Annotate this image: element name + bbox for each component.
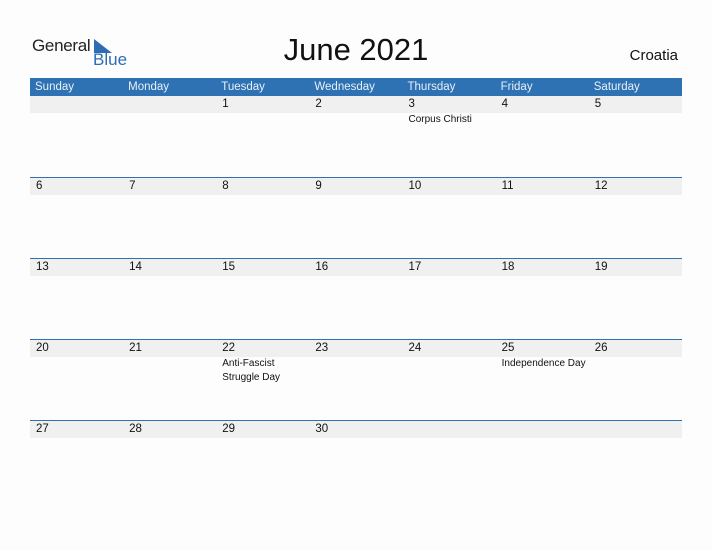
- day-number: 21: [129, 342, 142, 354]
- day-cell: 18: [496, 259, 589, 276]
- day-number: [129, 96, 216, 113]
- day-number: 15: [222, 261, 236, 273]
- day-cell: 2: [309, 96, 402, 127]
- day-number: 6: [36, 180, 43, 192]
- week-row: 13 14 15 16 17 18 19: [30, 258, 682, 339]
- day-number: 1: [222, 98, 229, 110]
- day-cell: 14: [123, 259, 216, 276]
- day-cell: 11: [496, 178, 589, 195]
- day-cell: 17: [403, 259, 496, 276]
- day-cell: 28: [123, 421, 216, 438]
- day-number: 14: [129, 261, 142, 273]
- day-number: 20: [36, 342, 49, 354]
- day-number: 24: [408, 342, 422, 354]
- day-cell: 30: [309, 421, 402, 438]
- day-cell: 7: [123, 178, 216, 195]
- day-number: 13: [36, 261, 49, 273]
- day-number: 18: [501, 261, 515, 273]
- day-number: 28: [129, 423, 142, 435]
- day-cell: 26: [589, 340, 682, 385]
- day-cell: 3 Corpus Christi: [403, 96, 496, 127]
- weekday-sunday: Sunday: [35, 81, 75, 93]
- week-row: 27 28 29 30: [30, 420, 682, 501]
- day-cell: 29: [216, 421, 309, 438]
- country-label: Croatia: [629, 47, 678, 64]
- weekday-tuesday: Tuesday: [221, 81, 265, 93]
- day-number: [36, 96, 123, 113]
- day-number: 8: [222, 180, 229, 192]
- weekday-saturday: Saturday: [593, 81, 640, 93]
- weekday-monday: Monday: [128, 81, 170, 93]
- day-cell: 21: [123, 340, 216, 385]
- week-row: 6 7 8 9 10 11 12: [30, 177, 682, 258]
- day-cell: 10: [403, 178, 496, 195]
- week-row: 20 21 22 Anti-Fascist Struggle Day 23 24 25 Ind…: [30, 339, 682, 420]
- week-row: 1 2 3 Corpus Christi 4 5: [30, 96, 682, 177]
- day-number: 29: [222, 423, 236, 435]
- day-number: 9: [315, 180, 322, 192]
- day-number: 4: [501, 98, 509, 110]
- day-number: 19: [594, 261, 608, 273]
- day-cell: 1: [216, 96, 309, 127]
- weekday-header: Sunday Monday Tuesday Wednesday Thursday Frid…: [30, 78, 682, 96]
- day-cell: 5: [589, 96, 682, 127]
- weekday-wednesday: Wednesday: [314, 81, 375, 93]
- day-number: 10: [408, 180, 422, 192]
- day-number: 23: [315, 342, 329, 354]
- day-number: 5: [594, 98, 602, 110]
- day-number: 22: [222, 342, 236, 354]
- day-cell: 25 Independence Day: [496, 340, 589, 385]
- day-number: 2: [315, 98, 322, 110]
- day-number: 25: [501, 342, 515, 354]
- weekday-friday: Friday: [500, 81, 533, 93]
- day-number: [409, 421, 496, 438]
- day-cell: 15: [216, 259, 309, 276]
- day-cell: 27: [30, 421, 123, 438]
- day-cell: [589, 421, 682, 438]
- day-number: 16: [315, 261, 329, 273]
- holiday-label: Corpus Christi: [408, 114, 472, 125]
- day-cell: 23: [309, 340, 402, 385]
- day-cell: 20: [30, 340, 123, 385]
- calendar-title: June 2021: [283, 32, 429, 67]
- calendar-grid: Sunday Monday Tuesday Wednesday Thursday Frid…: [30, 78, 682, 501]
- day-cell: [30, 96, 123, 127]
- day-number: [502, 421, 589, 438]
- day-cell: [496, 421, 589, 438]
- day-cell: 24: [403, 340, 496, 385]
- day-number: 11: [501, 180, 514, 192]
- day-number: 3: [408, 98, 415, 110]
- day-cell: 22 Anti-Fascist Struggle Day: [216, 340, 309, 385]
- holiday-label: Independence Day: [501, 358, 586, 369]
- day-number: 27: [36, 423, 49, 435]
- day-cell: 19: [589, 259, 682, 276]
- day-number: 30: [315, 423, 329, 435]
- day-number: 17: [408, 261, 422, 273]
- day-cell: [123, 96, 216, 127]
- holiday-label: Anti-Fascist Struggle Day: [222, 358, 281, 383]
- day-cell: 6: [30, 178, 123, 195]
- day-cell: 9: [309, 178, 402, 195]
- weekday-thursday: Thursday: [407, 81, 456, 93]
- day-cell: 4: [496, 96, 589, 127]
- day-cell: 13: [30, 259, 123, 276]
- day-cell: 12: [589, 178, 682, 195]
- day-number: [595, 421, 682, 438]
- day-number: 26: [594, 342, 608, 354]
- day-cell: 8: [216, 178, 309, 195]
- day-number: 7: [129, 180, 136, 192]
- day-cell: 16: [309, 259, 402, 276]
- day-cell: [403, 421, 496, 438]
- day-number: 12: [594, 180, 608, 192]
